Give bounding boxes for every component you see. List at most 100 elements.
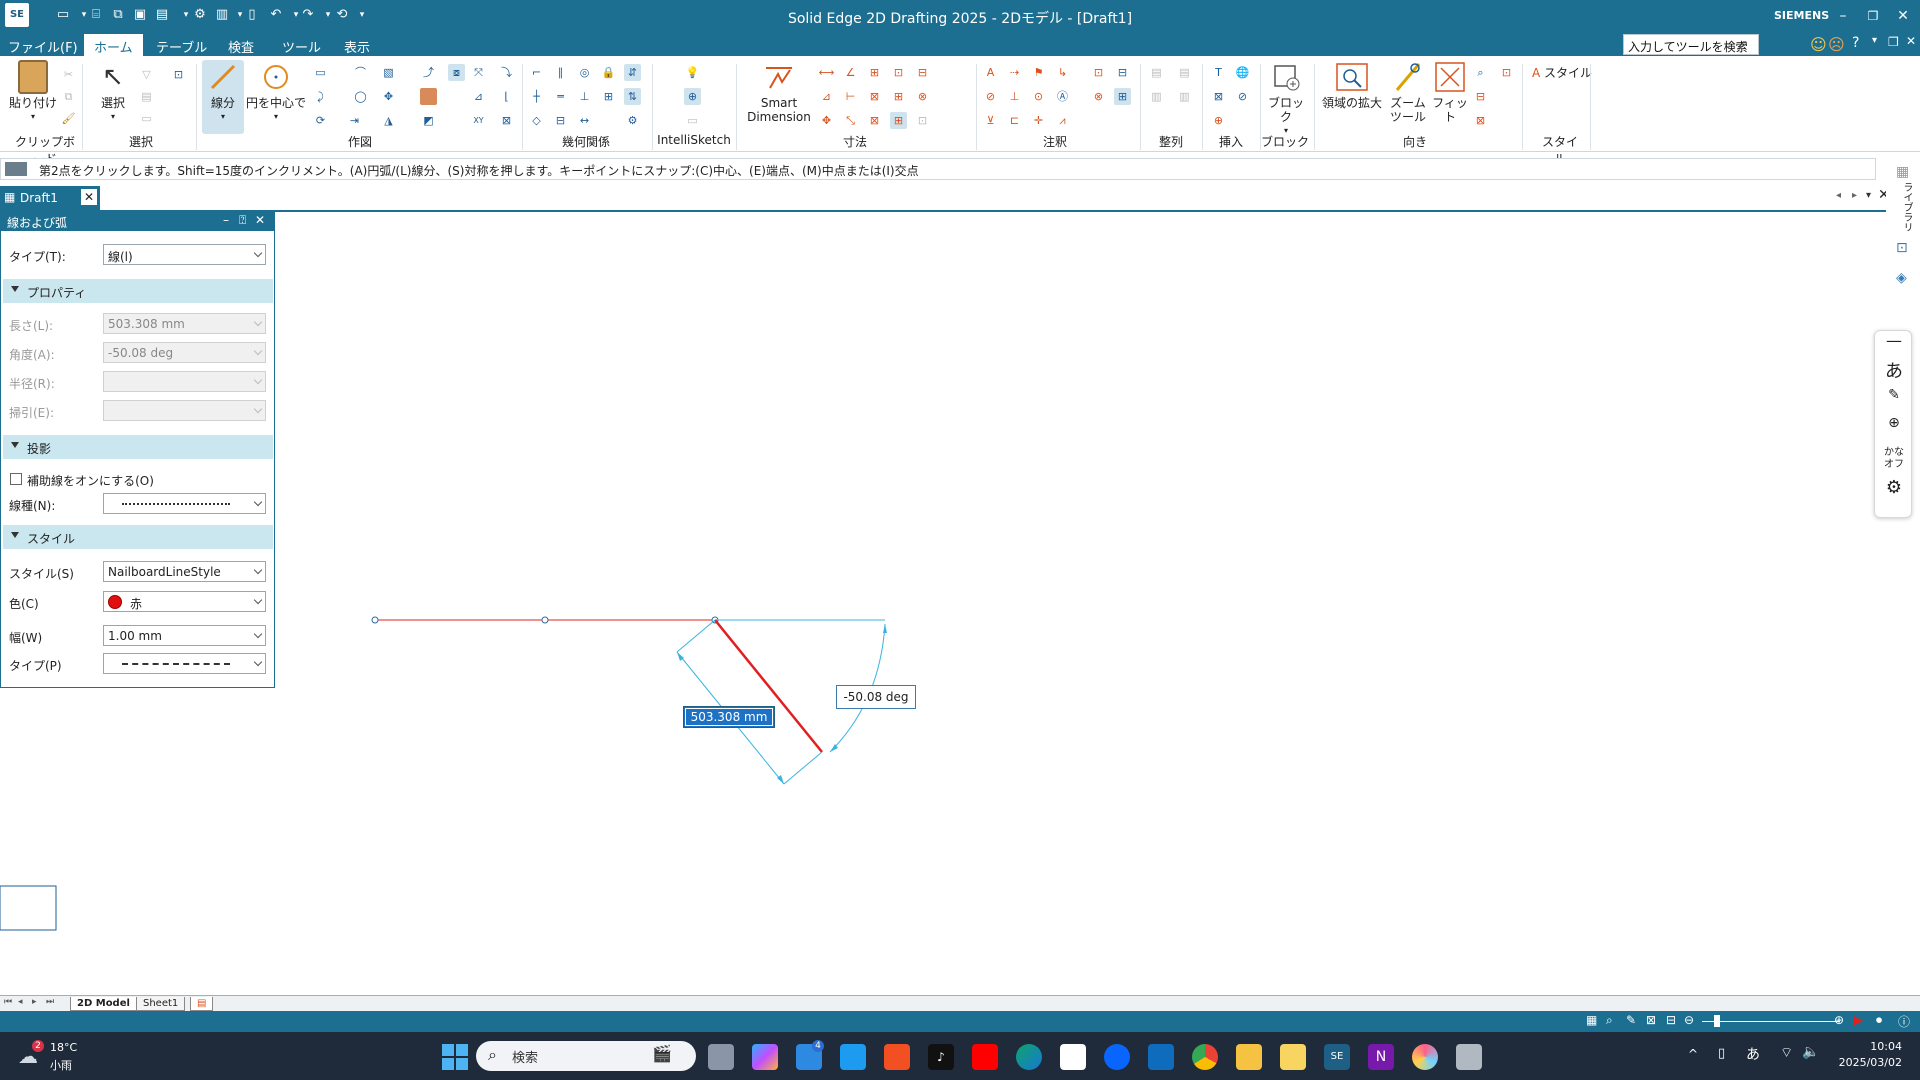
ime-pad-icon[interactable]: ✎	[1875, 387, 1913, 403]
angle-between-icon[interactable]: ∠	[842, 64, 859, 81]
intersect-icon[interactable]: ⧇	[448, 64, 465, 81]
align-left-icon[interactable]: ▤	[1148, 64, 1165, 81]
relation-assistant-icon[interactable]: ⚙	[624, 112, 641, 129]
library-tab[interactable]: ライブラリ	[1898, 182, 1912, 232]
solid-edge-taskbar-icon[interactable]: SE	[1324, 1044, 1350, 1070]
ellipse-icon[interactable]: ◯	[352, 88, 369, 105]
layout-icon[interactable]: ⊡	[1896, 240, 1908, 256]
edit-curve-icon[interactable]: ⊠	[498, 112, 515, 129]
sheet-prev-icon[interactable]: ◂	[18, 997, 23, 1007]
circle-by-center-button[interactable]: 円を中心で ▾	[246, 60, 306, 124]
hatch-icon[interactable]	[420, 88, 437, 105]
filter-icon[interactable]: ▽	[138, 66, 155, 83]
linetype-select[interactable]	[103, 493, 266, 514]
stocks-icon[interactable]	[1060, 1044, 1086, 1070]
help-icon[interactable]: ?	[1852, 35, 1859, 51]
paint-app-icon[interactable]	[1412, 1044, 1438, 1070]
zoom-slider-track[interactable]	[1702, 1021, 1840, 1022]
section-properties[interactable]: プロパティ	[3, 279, 273, 303]
keypoint-mid[interactable]	[541, 616, 549, 624]
type-select[interactable]: 線(l)	[103, 244, 266, 265]
callout-icon[interactable]: ⇢	[1006, 64, 1023, 81]
select-button[interactable]: ↖ 選択 ▾	[92, 60, 134, 124]
menu-home[interactable]: ホーム	[84, 34, 143, 56]
aux-line-checkbox[interactable]	[10, 473, 22, 485]
copilot-icon[interactable]	[752, 1044, 778, 1070]
fillet-icon[interactable]: ⤵	[498, 64, 515, 81]
doc-restore-icon[interactable]: ❐	[1888, 35, 1899, 49]
insert-part-icon[interactable]: ⊕	[1210, 112, 1227, 129]
intellisketch-bulb-icon[interactable]: 💡	[684, 64, 701, 81]
zoom-in-icon[interactable]: ⊕	[1834, 1013, 1844, 1027]
minimize-icon[interactable]: –	[1832, 5, 1854, 27]
status-pan-icon[interactable]: ⊟	[1666, 1013, 1676, 1027]
paste-button[interactable]: 貼り付け ▾	[8, 60, 58, 124]
offset-arc-icon[interactable]: ⟳	[312, 112, 329, 129]
trim-icon[interactable]: ⤴	[420, 64, 437, 81]
tab-scroll-left-icon[interactable]: ◂	[1836, 190, 1841, 201]
length-field[interactable]: 503.308 mm	[103, 313, 266, 334]
dimension-edit-icon[interactable]: ⊠	[866, 112, 883, 129]
leader-icon[interactable]: ↳	[1054, 64, 1071, 81]
fit-button[interactable]: フィット	[1428, 60, 1472, 124]
length-readout[interactable]: 503.308 mm	[683, 706, 775, 728]
feature-control-icon[interactable]: ⊡	[1090, 64, 1107, 81]
equal-icon[interactable]: ═	[552, 88, 569, 105]
balloon-icon[interactable]: ⚑	[1030, 64, 1047, 81]
weld-icon[interactable]: ⊥	[1006, 88, 1023, 105]
tiktok-icon[interactable]: ♪	[928, 1044, 954, 1070]
connect-icon[interactable]: ⌐	[528, 64, 545, 81]
rectangle-icon[interactable]: ▭	[312, 64, 329, 81]
surface-texture-icon[interactable]: ⊘	[982, 88, 999, 105]
dimension-options-icon[interactable]: ⊡	[914, 112, 931, 129]
rigid-icon[interactable]: ⊞	[600, 88, 617, 105]
sheet-fit-icon[interactable]: ⊠	[1472, 112, 1489, 129]
relation-handles-icon[interactable]: ⇅	[624, 88, 641, 105]
dash-type-select[interactable]	[103, 653, 266, 674]
insert-text-icon[interactable]: T	[1210, 64, 1227, 81]
dimension-highlight-icon[interactable]: ⊞	[890, 112, 907, 129]
style-select[interactable]: NailboardLineStyle	[103, 561, 266, 582]
angle-readout[interactable]: -50.08 deg	[836, 685, 916, 709]
datum-icon[interactable]: ⊙	[1030, 88, 1047, 105]
radius-field[interactable]	[103, 371, 266, 392]
parallel-icon[interactable]: ∥	[552, 64, 569, 81]
section-projection[interactable]: 投影	[3, 435, 273, 459]
ime-settings-gear-icon[interactable]: ⚙	[1875, 477, 1913, 498]
concentric-icon[interactable]: ◎	[576, 64, 593, 81]
cut-icon[interactable]: ✂	[60, 66, 77, 83]
section-style[interactable]: スタイル	[3, 525, 273, 549]
panel-close-icon[interactable]: ✕	[255, 213, 265, 227]
ime-dictionary-icon[interactable]: ⊕	[1875, 415, 1913, 431]
status-zoom-icon[interactable]: ⌕	[1606, 1013, 1613, 1028]
extend-icon[interactable]: ⤧	[470, 64, 487, 81]
width-select[interactable]: 1.00 mm	[103, 625, 266, 646]
corner-icon[interactable]: ⌊	[498, 88, 515, 105]
symmetric-icon[interactable]: ◇	[528, 112, 545, 129]
fill-icon[interactable]: ▧	[380, 64, 397, 81]
doc-close-icon[interactable]: ✕	[1906, 34, 1916, 48]
zoom-slider-thumb[interactable]	[1714, 1015, 1720, 1027]
lock-icon[interactable]: 🔒	[600, 64, 617, 81]
help-dropdown-icon[interactable]: ▾	[1872, 35, 1877, 46]
block-button[interactable]: ブロック ▾	[1264, 60, 1308, 138]
copy-icon[interactable]: ⧉	[60, 88, 77, 105]
align-top-icon[interactable]: ▥	[1148, 88, 1165, 105]
insert-image-icon[interactable]: ⊠	[1210, 88, 1227, 105]
symmetric-diameter-icon[interactable]: ⊟	[914, 64, 931, 81]
sheet-tab-sheet1[interactable]: Sheet1	[136, 997, 186, 1011]
menu-inspect[interactable]: 検査	[228, 37, 254, 56]
file-explorer-icon[interactable]	[1236, 1044, 1262, 1070]
start-windows-icon[interactable]	[442, 1044, 468, 1070]
layers-icon[interactable]: ◈	[1896, 270, 1907, 286]
restore-icon[interactable]: ❐	[1862, 5, 1884, 27]
tangent-icon[interactable]: ┼	[528, 88, 545, 105]
wifi-icon[interactable]: ⌔	[1780, 1044, 1793, 1062]
status-fit-icon[interactable]: ⊠	[1646, 1013, 1656, 1027]
zoom-area-button[interactable]: 領域の拡大	[1318, 60, 1386, 110]
zoom-out-icon[interactable]: ⊖	[1684, 1013, 1694, 1027]
clock-time[interactable]: 10:04	[1822, 1040, 1902, 1053]
insert-object-icon[interactable]: ⊘	[1234, 88, 1251, 105]
doc-tab-draft1[interactable]: ▦ Draft1 ✕	[0, 186, 100, 210]
chamfer-dimension-icon[interactable]: ⊿	[818, 88, 835, 105]
